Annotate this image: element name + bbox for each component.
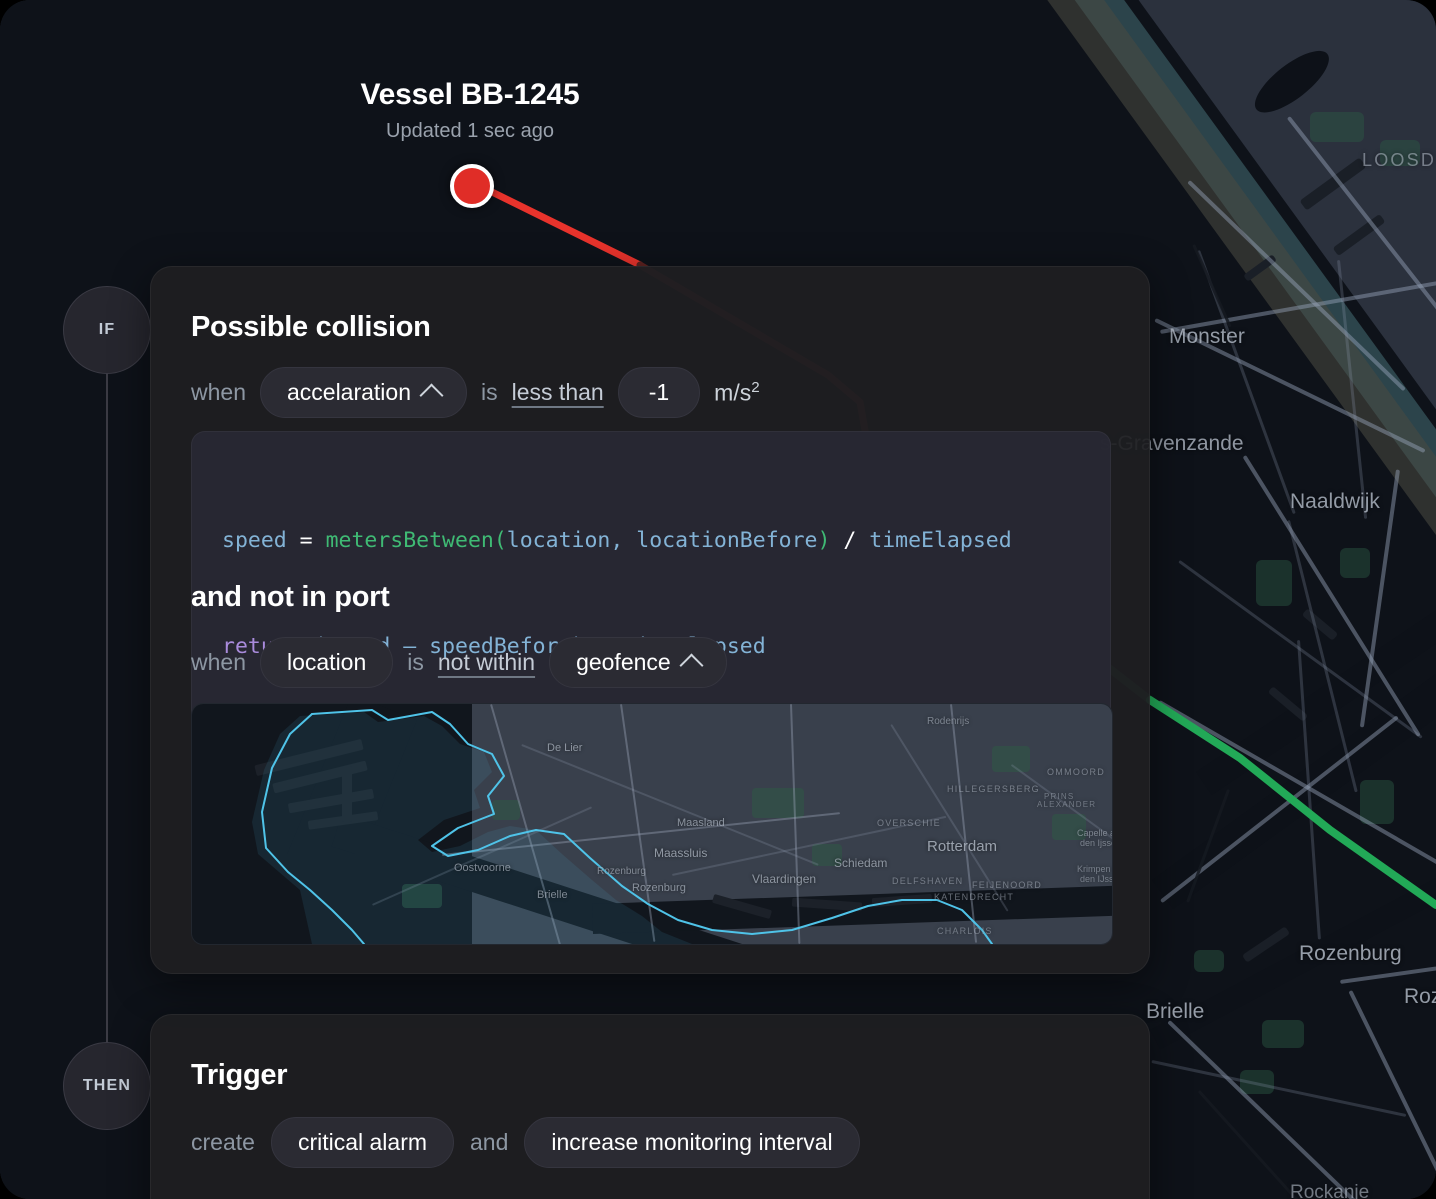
geofence-place-label: Maassluis: [654, 846, 708, 860]
is-label-1: is: [481, 379, 498, 405]
chevron-up-icon: [679, 653, 704, 678]
geofence-preview-map[interactable]: De Lier Rodenrijs OMMOORD HILLEGERSBERG PRIN…: [191, 703, 1113, 945]
subject-pill-location[interactable]: location: [259, 637, 394, 688]
when-label-2: when: [191, 649, 246, 675]
geofence-place-label: ALEXANDER: [1037, 800, 1097, 809]
is-label-2: is: [407, 649, 424, 675]
code-line-1: speed = metersBetween(location, location…: [222, 523, 1080, 558]
map-building-block: [1241, 926, 1291, 963]
create-label: create: [191, 1129, 255, 1155]
map-road: [1348, 990, 1436, 1199]
rule-connector-line: [106, 330, 108, 1086]
geofence-place-label: DELFSHAVEN: [892, 876, 964, 886]
geofence-place-label: Capelle aan: [1077, 828, 1112, 838]
geofence-place-label: KATENDRECHT: [934, 892, 1015, 902]
geofence-place-label: Rodenrijs: [927, 716, 970, 727]
map-road: [1340, 957, 1436, 984]
geofence-place-label: FEIJENOORD: [972, 880, 1043, 890]
geofence-place-label: Schiedam: [834, 856, 888, 870]
target-label: geofence: [576, 649, 671, 675]
and-label: and: [470, 1129, 509, 1155]
geofence-place-label: Maasland: [677, 817, 725, 829]
geofence-place-label: den Ijssel: [1080, 838, 1112, 848]
then-rule-card: Trigger create critical alarm and increa…: [150, 1014, 1150, 1199]
geofence-map-sea: [192, 854, 432, 944]
vessel-marker-dot[interactable]: [450, 164, 494, 208]
threshold-value-input[interactable]: -1: [617, 367, 701, 418]
map-green-area: [1262, 1020, 1304, 1048]
geofence-green-area: [492, 800, 520, 820]
code-token: /: [830, 527, 870, 553]
map-road: [1192, 244, 1232, 328]
condition-2-row: when location is not within geofence: [191, 637, 727, 688]
map-road: [1151, 1060, 1407, 1117]
code-token: location: [506, 527, 611, 553]
subject-label-1: accelaration: [286, 379, 412, 405]
geofence-place-label: Rotterdam: [927, 838, 998, 855]
geofence-map-canvas: De Lier Rodenrijs OMMOORD HILLEGERSBERG PRIN…: [192, 704, 1112, 944]
geofence-place-label: Rozenburg: [632, 882, 686, 894]
geofence-place-label: Krimpen aan: [1077, 864, 1112, 874]
code-token: timeElapsed: [869, 527, 1012, 553]
map-road: [1197, 1090, 1308, 1199]
geofence-place-label: den IJssel: [1080, 874, 1112, 884]
map-building-block: [1301, 608, 1339, 641]
condition-2-title: and not in port: [191, 581, 390, 613]
chevron-up-icon: [419, 383, 444, 408]
map-green-area: [1360, 780, 1394, 824]
condition-1-row: when accelaration is less than -1 m/s2: [191, 367, 760, 418]
action-pill-critical-alarm[interactable]: critical alarm: [270, 1117, 455, 1168]
map-green-area: [1380, 140, 1420, 166]
code-token: =: [299, 527, 326, 553]
map-green-area: [1256, 560, 1292, 606]
map-green-area: [1340, 548, 1370, 578]
geofence-harbour-basin: [342, 766, 352, 822]
code-token: speed: [222, 527, 300, 553]
geofence-place-label: HILLEGERSBERG: [947, 784, 1040, 794]
then-badge: THEN: [63, 1042, 151, 1130]
geofence-place-label: Vlaardingen: [752, 872, 817, 886]
geofence-place-label: De Lier: [547, 742, 583, 754]
geofence-place-label: Rozenburg: [597, 866, 646, 877]
operator-not-within[interactable]: not within: [438, 649, 535, 676]
geofence-place-label: CHARLOIS: [937, 926, 993, 936]
subject-dropdown-acceleration[interactable]: accelaration: [259, 367, 468, 418]
code-token: metersBetween: [325, 527, 494, 553]
geofence-place-label: OMMOORD: [1047, 767, 1106, 777]
if-badge: IF: [63, 286, 151, 374]
trigger-actions-row: create critical alarm and increase monit…: [191, 1117, 860, 1168]
action-pill-increase-monitoring[interactable]: increase monitoring interval: [524, 1117, 860, 1168]
geofence-place-label: OVERSCHIE: [877, 818, 941, 828]
map-river: [1152, 633, 1436, 910]
when-label-1: when: [191, 379, 246, 405]
operator-less-than[interactable]: less than: [512, 379, 604, 406]
unit-label: m/s2: [714, 378, 760, 406]
geofence-green-area: [752, 788, 804, 818]
geofence-place-label: Brielle: [537, 889, 568, 901]
code-token: locationBefore: [636, 527, 818, 553]
geofence-green-area: [992, 746, 1030, 772]
if-rule-card: Possible collision when accelaration is …: [150, 266, 1150, 974]
code-token: (: [493, 527, 507, 553]
app-screen: LOOSD Monster s-Gravenzande Naaldwijk Rozenb…: [0, 0, 1436, 1199]
code-token: ,: [610, 527, 637, 553]
target-dropdown-geofence[interactable]: geofence: [549, 637, 727, 688]
condition-1-title: Possible collision: [191, 311, 431, 343]
trigger-title: Trigger: [191, 1059, 288, 1091]
code-token: ): [817, 527, 831, 553]
map-green-area: [1310, 112, 1364, 142]
map-green-area: [1194, 950, 1224, 972]
geofence-place-label: Oostvoorne: [454, 862, 511, 874]
